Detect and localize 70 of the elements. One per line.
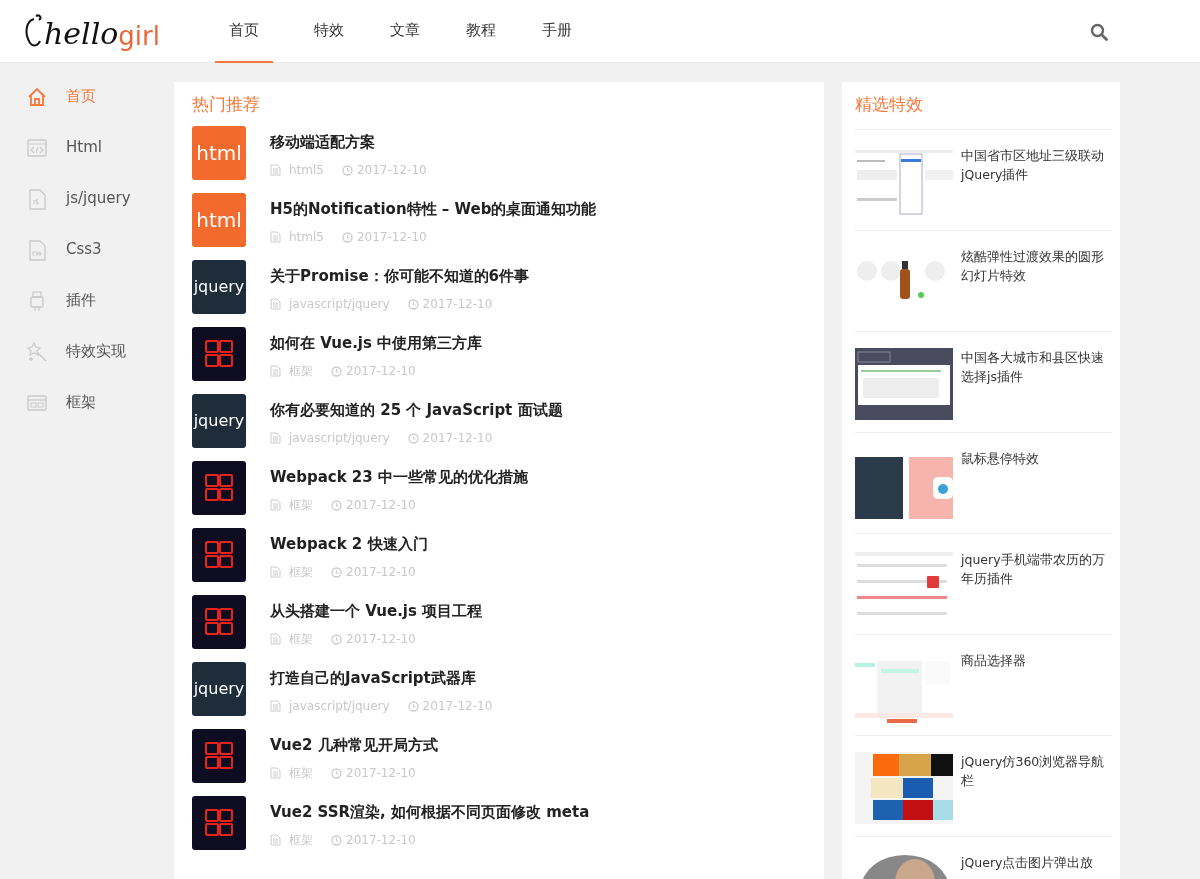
clock-icon	[331, 499, 342, 511]
sidebar-item[interactable]: js/jquery	[0, 173, 170, 224]
file-icon	[26, 238, 48, 261]
document-icon	[270, 767, 281, 779]
sidebar-item[interactable]: 特效实现	[0, 326, 170, 377]
effect-link[interactable]: 炫酷弹性过渡效果的圆形幻灯片特效	[961, 247, 1111, 286]
article-title[interactable]: 从头搭建一个 Vue.js 项目工程	[270, 599, 483, 622]
home-icon	[26, 85, 48, 108]
document-icon	[270, 633, 281, 645]
article-title[interactable]: 如何在 Vue.js 中使用第三方库	[270, 331, 483, 354]
clock-icon	[331, 767, 342, 779]
nav-tab[interactable]: 特效	[291, 0, 367, 63]
thumbnail[interactable]: jquery	[192, 661, 246, 716]
thumbnail[interactable]: jquery	[192, 393, 246, 448]
clock-icon	[341, 164, 353, 176]
nav-tab[interactable]: 文章	[367, 0, 443, 63]
document-icon	[270, 700, 281, 712]
logo[interactable]: hellogirl	[22, 13, 160, 49]
file-icon	[26, 187, 48, 210]
grid-icon	[204, 338, 234, 369]
article-title[interactable]: H5的Notification特性 – Web的桌面通知功能	[270, 197, 597, 220]
section-title: 热门推荐	[192, 94, 260, 114]
effect-link[interactable]: 商品选择器	[961, 651, 1026, 671]
effect-link[interactable]: jQuery点击图片弹出放	[961, 853, 1094, 873]
clock-icon	[407, 432, 419, 444]
article-title[interactable]: Webpack 23 中一些常见的优化措施	[270, 465, 528, 488]
document-icon	[270, 164, 281, 176]
sidebar-item[interactable]: 框架	[0, 377, 170, 428]
thumbnail[interactable]: jquery	[192, 259, 246, 314]
document-icon	[270, 365, 281, 377]
sidebar-item[interactable]: Css3	[0, 224, 170, 275]
clock-icon	[407, 298, 419, 310]
document-icon	[270, 834, 281, 846]
clock-icon	[341, 231, 353, 243]
effect-link[interactable]: 中国各大城市和县区快速选择js插件	[961, 348, 1111, 387]
effect-link[interactable]: jQuery仿360浏览器导航栏	[961, 752, 1111, 791]
grid-icon	[204, 539, 234, 570]
article-title[interactable]: 你有必要知道的 25 个 JavaScript 面试题	[270, 398, 563, 421]
article-title[interactable]: Vue2 SSR渲染, 如何根据不同页面修改 meta	[270, 800, 590, 823]
effect-link[interactable]: jquery手机端带农历的万年历插件	[961, 550, 1111, 589]
document-icon	[270, 432, 281, 444]
grid-icon	[204, 606, 234, 637]
article-title[interactable]: Vue2 几种常见开局方式	[270, 733, 438, 756]
clock-icon	[407, 700, 419, 712]
article-title[interactable]: 关于Promise：你可能不知道的6件事	[270, 264, 529, 287]
nav-tab[interactable]: 手册	[519, 0, 595, 63]
clock-icon	[331, 633, 342, 645]
document-icon	[270, 298, 281, 310]
article-title[interactable]: 移动端适配方案	[270, 130, 427, 153]
nav-tab[interactable]: 教程	[443, 0, 519, 63]
clock-icon	[331, 365, 342, 377]
grid-icon	[204, 740, 234, 771]
section-title: 精选特效	[855, 94, 923, 114]
magic-wand-icon	[26, 340, 48, 363]
document-icon	[270, 231, 281, 243]
grid-icon	[204, 807, 234, 838]
article-title[interactable]: Webpack 2 快速入门	[270, 532, 428, 555]
nav-tab[interactable]: 首页	[215, 0, 273, 63]
effect-link[interactable]: 鼠标悬停特效	[961, 449, 1039, 469]
grid-icon	[204, 472, 234, 503]
sidebar-item[interactable]: 插件	[0, 275, 170, 326]
clock-icon	[331, 834, 342, 846]
document-icon	[270, 566, 281, 578]
document-icon	[270, 499, 281, 511]
clock-icon	[331, 566, 342, 578]
article-title[interactable]: 打造自己的JavaScript武器库	[270, 666, 493, 689]
sidebar-item[interactable]: Html	[0, 122, 170, 173]
effect-link[interactable]: 中国省市区地址三级联动jQuery插件	[961, 146, 1111, 185]
search-icon[interactable]	[1090, 22, 1108, 41]
code-window-icon	[26, 136, 48, 159]
